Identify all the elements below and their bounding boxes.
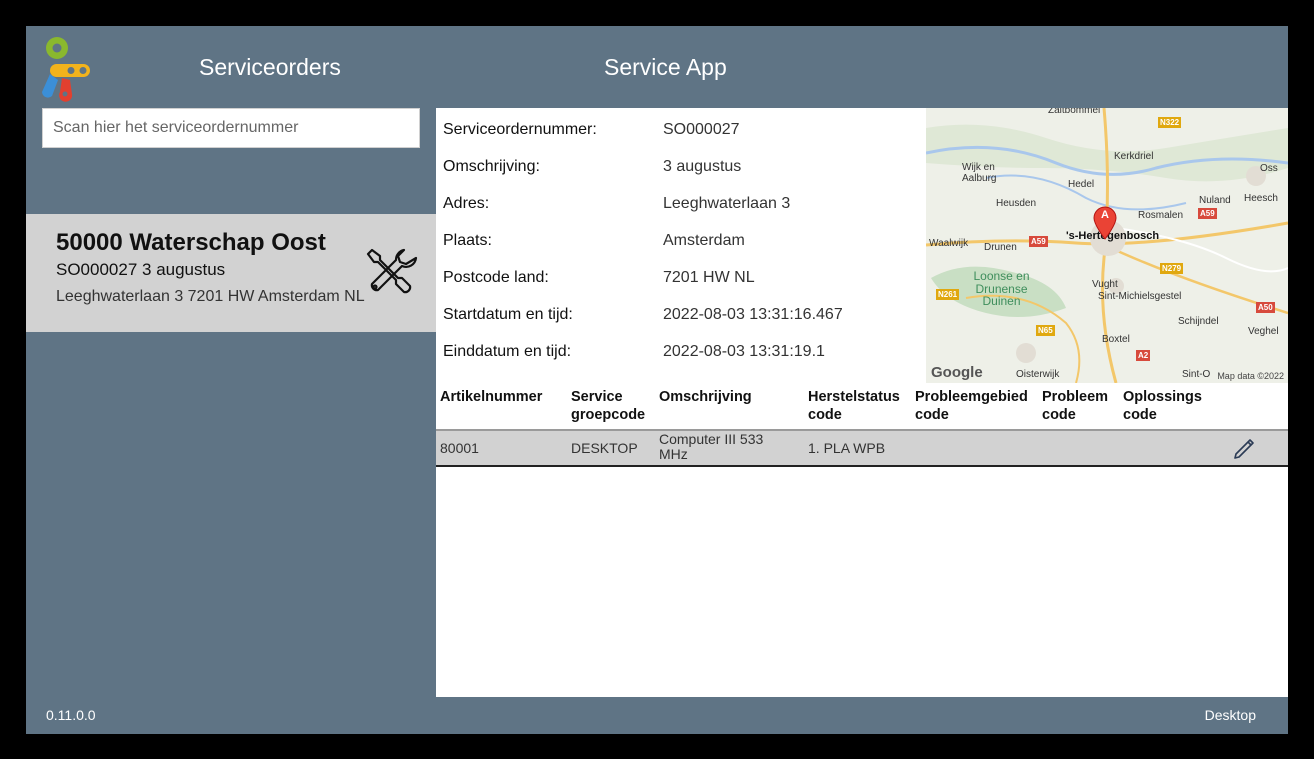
column-header-artikelnummer: Artikelnummer <box>440 389 543 405</box>
road-shield: N279 <box>1160 263 1184 274</box>
article-table-header: Artikelnummer Service groepcode Omschrij… <box>436 385 1288 429</box>
map-label: Zaltbommel <box>1048 108 1101 116</box>
road-shield: N322 <box>1158 117 1182 128</box>
column-header-herstelstatus-code: Herstelstatus code <box>808 389 900 424</box>
google-logo: Google <box>931 364 983 381</box>
map-label: Oisterwijk <box>1016 369 1060 380</box>
field-value: 7201 HW NL <box>663 269 755 286</box>
map-label: Drunen <box>984 242 1017 253</box>
table-row[interactable]: 80001 DESKTOP Computer III 533 MHz 1. PL… <box>436 429 1288 467</box>
field-label: Postcode land: <box>443 269 549 286</box>
map-label: Waalwijk <box>929 238 969 249</box>
order-number-description: SO000027 3 augustus <box>56 260 226 279</box>
map-label: Heusden <box>996 198 1037 209</box>
road-shield: A2 <box>1136 350 1151 361</box>
cell-groepcode: DESKTOP <box>571 440 638 456</box>
app-logo-icon <box>42 37 90 102</box>
tools-icon <box>366 248 418 294</box>
serviceorders-title: Serviceorders <box>199 54 341 80</box>
column-header-probleemgebied-code: Probleemgebied code <box>915 389 1028 424</box>
map-label: Veghel <box>1248 326 1279 337</box>
field-value: 2022-08-03 13:31:19.1 <box>663 343 825 360</box>
map-label: Schijndel <box>1178 316 1219 327</box>
map-label: Boxtel <box>1102 334 1130 345</box>
road-shield: A59 <box>1029 236 1048 247</box>
field-label: Plaats: <box>443 232 492 249</box>
field-value: 2022-08-03 13:31:16.467 <box>663 306 843 323</box>
map-label: Oss <box>1260 163 1278 174</box>
map-label: Nuland <box>1199 195 1231 206</box>
map-attribution: Map data ©2022 <box>1217 371 1284 381</box>
map-label: Hedel <box>1068 179 1095 190</box>
field-label: Serviceordernummer: <box>443 121 597 138</box>
field-label: Startdatum en tijd: <box>443 306 573 323</box>
field-label: Einddatum en tijd: <box>443 343 572 360</box>
field-value: 3 augustus <box>663 158 742 175</box>
location-map[interactable]: Zaltbommel Kerkdriel Wijk en Aalburg Hed… <box>926 108 1288 383</box>
field-label: Omschrijving: <box>443 158 540 175</box>
order-address: Leeghwaterlaan 3 7201 HW Amsterdam NL <box>56 288 365 305</box>
map-label: Heesch <box>1244 193 1278 204</box>
serviceorder-search-input[interactable] <box>42 108 420 148</box>
map-label: Vught <box>1092 279 1118 290</box>
cell-artikelnummer: 80001 <box>440 440 479 456</box>
map-label: Sint-O <box>1182 369 1211 380</box>
app-title: Service App <box>604 54 727 80</box>
column-header-oplossings-code: Oplossings code <box>1123 389 1202 424</box>
column-header-omschrijving: Omschrijving <box>659 389 752 405</box>
cell-herstelstatus: 1. PLA WPB <box>808 440 886 456</box>
road-shield: A50 <box>1256 302 1275 313</box>
order-customer-title: 50000 Waterschap Oost <box>56 229 326 256</box>
map-label: Rosmalen <box>1138 210 1184 221</box>
service-order-detail-panel: Serviceordernummer: SO000027 Omschrijvin… <box>436 108 1288 697</box>
pencil-icon[interactable] <box>1232 437 1256 461</box>
service-order-card[interactable]: 50000 Waterschap Oost SO000027 3 augustu… <box>26 214 436 332</box>
road-shield: N261 <box>936 289 960 300</box>
app-window: Serviceorders Service App 50000 Watersch… <box>26 26 1288 734</box>
map-label: Kerkdriel <box>1114 151 1154 162</box>
footer: 0.11.0.0 Desktop <box>26 697 1288 734</box>
map-marker-label: A <box>1101 209 1109 221</box>
column-header-probleem-code: Probleem code <box>1042 389 1109 424</box>
field-label: Adres: <box>443 195 490 212</box>
column-header-service-groepcode: Service groepcode <box>571 389 646 424</box>
header: Serviceorders Service App <box>26 26 1288 108</box>
device-type: Desktop <box>1204 707 1256 723</box>
map-label: Loonse en Drunense Duinen <box>973 269 1030 309</box>
app-version: 0.11.0.0 <box>46 707 96 723</box>
road-shield: A59 <box>1198 208 1217 219</box>
map-label: Sint-Michielsgestel <box>1098 291 1182 302</box>
road-shield: N65 <box>1036 325 1055 336</box>
field-value: SO000027 <box>663 121 740 138</box>
field-value: Leeghwaterlaan 3 <box>663 195 791 212</box>
cell-omschrijving: Computer III 533 MHz <box>659 431 764 463</box>
map-label: Wijk en Aalburg <box>962 162 997 184</box>
field-value: Amsterdam <box>663 232 745 249</box>
